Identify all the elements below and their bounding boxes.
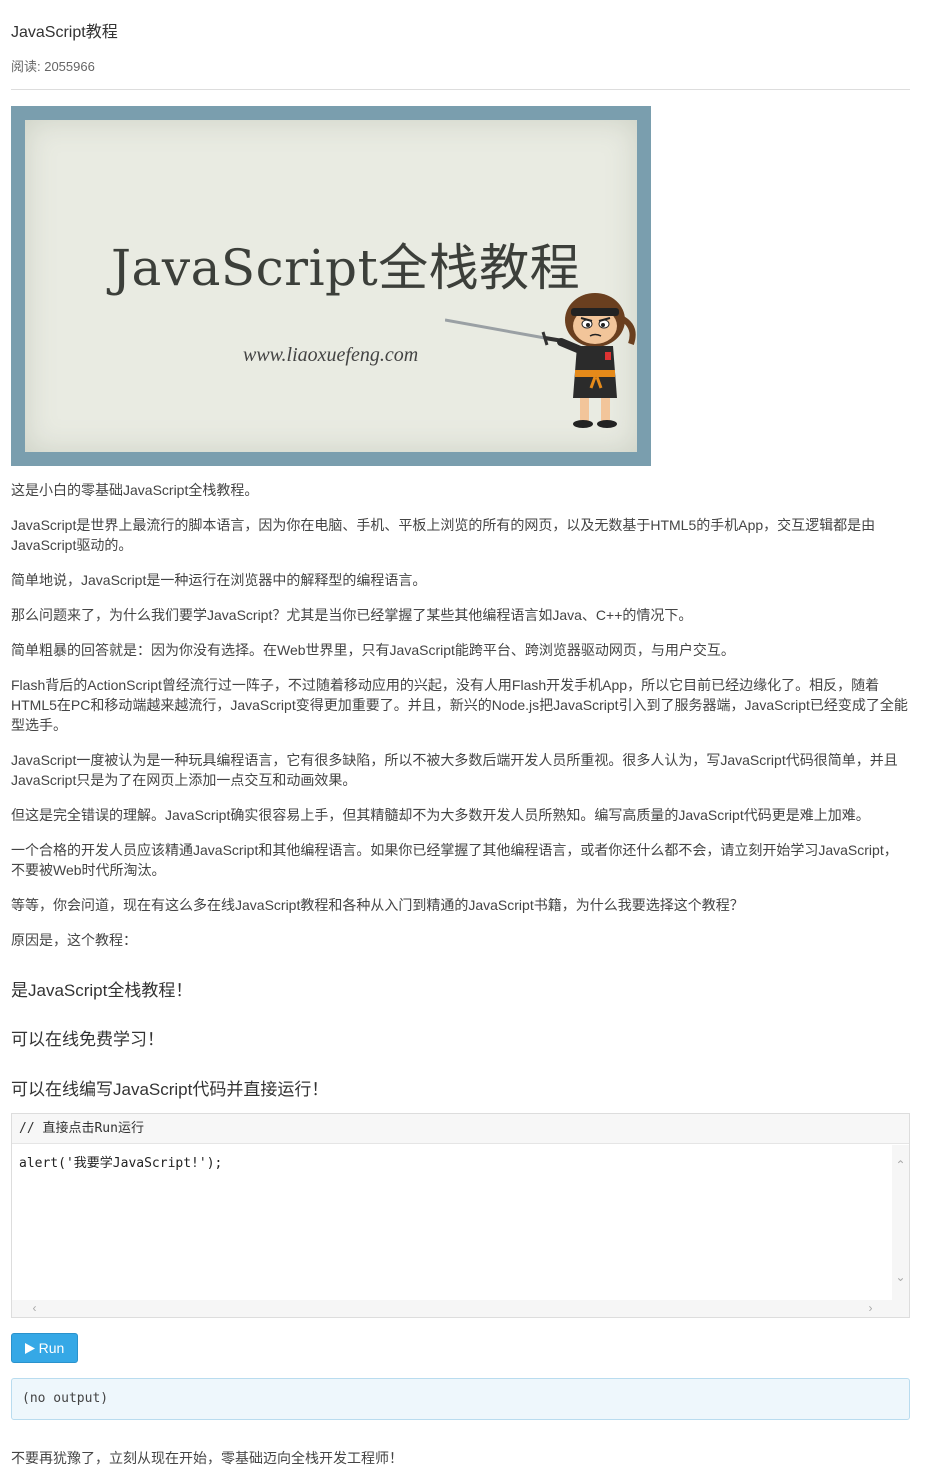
page-title: JavaScript教程 xyxy=(11,24,118,41)
feature-heading: 可以在线编写JavaScript代码并直接运行！ xyxy=(11,1080,329,1099)
paragraph: 原因是，这个教程： xyxy=(11,932,137,948)
horizontal-scrollbar[interactable]: ‹ › xyxy=(12,1300,909,1317)
paragraph: 那么问题来了，为什么我们要学JavaScript？尤其是当你已经掌握了某些其他编… xyxy=(11,607,693,623)
run-button[interactable]: Run xyxy=(11,1333,78,1363)
paragraph: JavaScript一度被认为是一种玩具编程语言，它有很多缺陷，所以不被大多数后… xyxy=(11,752,898,788)
divider xyxy=(11,89,910,90)
play-icon xyxy=(24,1342,35,1354)
paragraph: 但这是完全错误的理解。JavaScript确实很容易上手，但其精髓却不为大多数开… xyxy=(11,807,870,823)
scroll-left-icon[interactable]: ‹ xyxy=(28,1302,41,1315)
ninja-illustration xyxy=(445,293,636,428)
paragraph: Flash背后的ActionScript曾经流行过一阵子，不过随着移动应用的兴起… xyxy=(11,677,908,733)
output-panel: (no output) xyxy=(11,1378,910,1420)
banner-url: www.liaoxuefeng.com xyxy=(243,344,419,366)
paragraph: 简单粗暴的回答就是：因为你没有选择。在Web世界里，只有JavaScript能跨… xyxy=(11,642,735,658)
vertical-scrollbar[interactable]: ⌃ ⌄ xyxy=(892,1145,909,1300)
paragraph: 简单地说，JavaScript是一种运行在浏览器中的解释型的编程语言。 xyxy=(11,572,427,588)
read-count: 阅读: 2055966 xyxy=(11,59,95,74)
paragraph: 等等，你会问道，现在有这么多在线JavaScript教程和各种从入门到精通的Ja… xyxy=(11,897,744,913)
scroll-right-icon[interactable]: › xyxy=(864,1302,877,1315)
paragraph: 一个合格的开发人员应该精通JavaScript和其他编程语言。如果你已经掌握了其… xyxy=(11,842,898,878)
banner-image: JavaScript全栈教程 www.liaoxuefeng.com xyxy=(11,106,651,466)
feature-heading: 可以在线免费学习！ xyxy=(11,1030,164,1049)
code-editor[interactable]: // 直接点击Run运行 alert('我要学JavaScript!'); ⌃ … xyxy=(11,1113,910,1318)
scroll-down-icon[interactable]: ⌄ xyxy=(894,1271,907,1284)
paragraph: 这是小白的零基础JavaScript全栈教程。 xyxy=(11,482,259,498)
run-button-label: Run xyxy=(38,1340,65,1356)
feature-heading: 是JavaScript全栈教程！ xyxy=(11,981,193,1000)
editor-comment-line: // 直接点击Run运行 xyxy=(12,1114,909,1144)
closing-paragraph: 不要再犹豫了，立刻从现在开始，零基础迈向全栈开发工程师！ xyxy=(11,1450,403,1466)
paragraph: JavaScript是世界上最流行的脚本语言，因为你在电脑、手机、平板上浏览的所… xyxy=(11,517,876,553)
banner-card: JavaScript全栈教程 www.liaoxuefeng.com xyxy=(25,120,637,452)
scroll-up-icon[interactable]: ⌃ xyxy=(894,1159,907,1172)
editor-code-line[interactable]: alert('我要学JavaScript!'); xyxy=(19,1152,222,1171)
